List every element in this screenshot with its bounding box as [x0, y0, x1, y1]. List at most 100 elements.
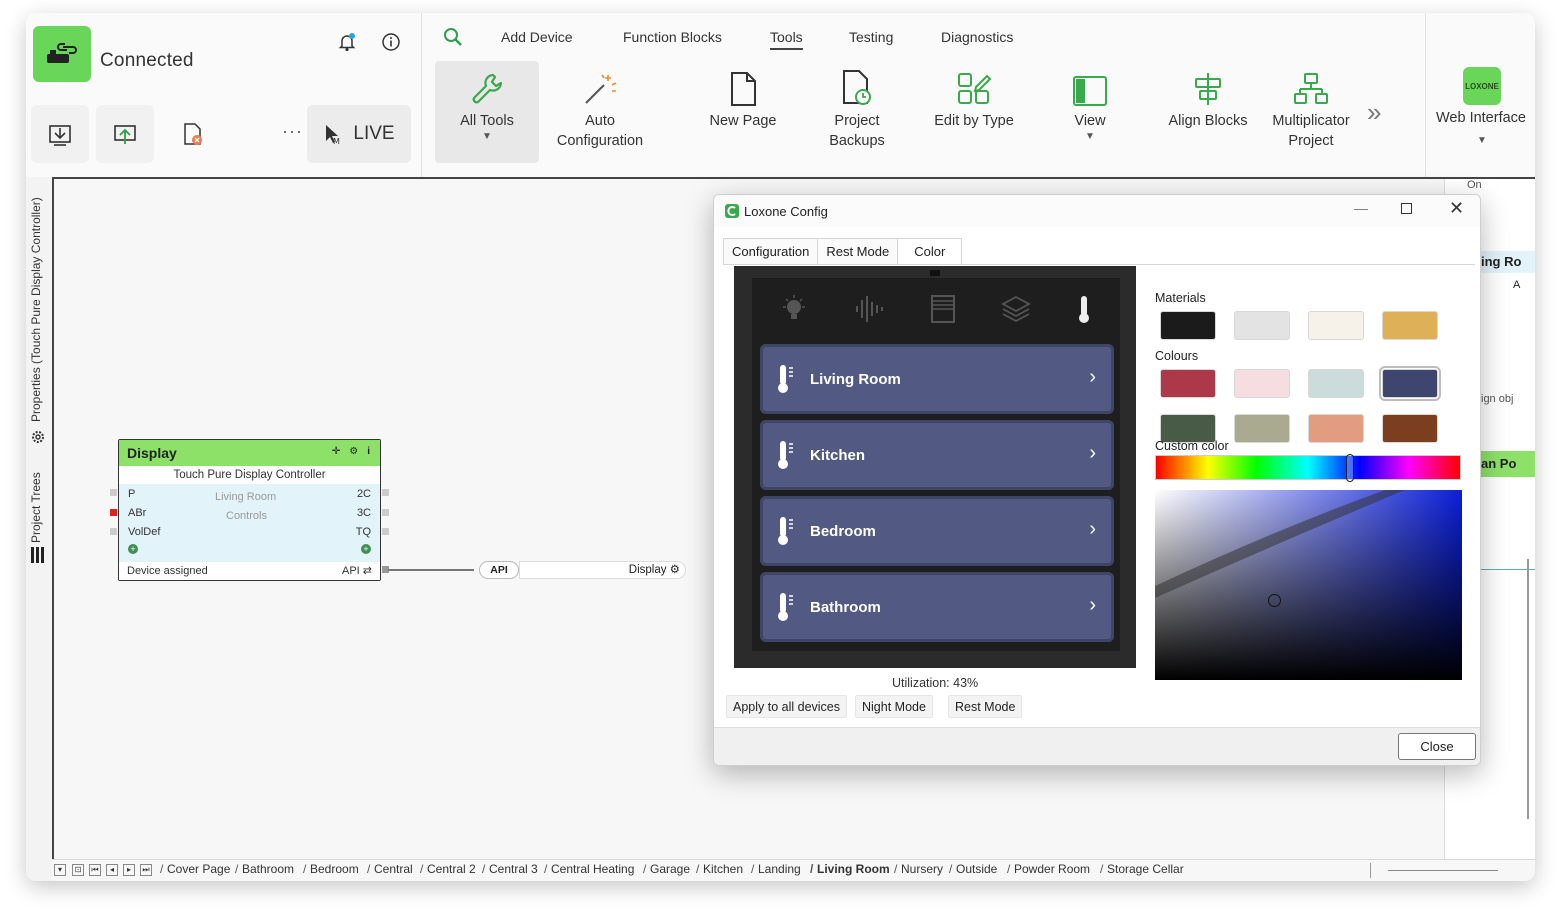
output-port-tq[interactable]	[382, 528, 389, 535]
minimize-button[interactable]: —	[1354, 200, 1368, 216]
view-button[interactable]: View ▼	[1035, 61, 1145, 163]
tab-function-blocks[interactable]: Function Blocks	[623, 29, 722, 45]
tree-list-icon[interactable]	[30, 546, 46, 569]
material-swatch-1[interactable]	[1160, 311, 1216, 340]
api-connection-wire[interactable]	[388, 569, 474, 571]
tab-add-device[interactable]: Add Device	[501, 29, 573, 45]
colour-swatch-1[interactable]	[1160, 369, 1216, 398]
page-tab-central-2[interactable]: Central 2	[420, 862, 476, 876]
input-port-voldef[interactable]	[110, 528, 117, 535]
page-tab-outside[interactable]: Outside	[949, 862, 997, 876]
thermometer-icon	[1076, 294, 1092, 329]
move-icon[interactable]: ✛	[332, 446, 340, 457]
thermometer-icon	[778, 593, 793, 621]
tab-tools[interactable]: Tools	[770, 29, 803, 50]
display-function-block[interactable]: Display ✛ ⚙ i Touch Pure Display Control…	[118, 439, 381, 581]
page-tab-central-heating[interactable]: Central Heating	[544, 862, 634, 876]
last-page-button[interactable]: ⏭	[140, 864, 152, 876]
input-port-p[interactable]	[110, 489, 117, 496]
close-project-button[interactable]	[163, 105, 221, 163]
tab-testing[interactable]: Testing	[849, 29, 893, 45]
page-overview-button[interactable]: ⊡	[72, 864, 84, 876]
tab-rest-mode[interactable]: Rest Mode	[817, 238, 899, 264]
saturation-value-picker[interactable]	[1155, 490, 1462, 680]
tab-color[interactable]: Color	[897, 238, 963, 264]
info-icon[interactable]	[380, 31, 402, 53]
colour-swatch-4-selected[interactable]	[1379, 366, 1441, 401]
project-trees-tab[interactable]: Project Trees	[29, 472, 43, 543]
colour-swatch-8[interactable]	[1382, 414, 1438, 443]
close-icon[interactable]: ✕	[1449, 198, 1464, 219]
add-output-icon[interactable]: +	[361, 544, 371, 554]
magic-wand-icon	[582, 61, 618, 107]
color-picker-handle[interactable]	[1268, 594, 1281, 607]
all-tools-button[interactable]: All Tools ▼	[435, 61, 539, 163]
material-swatch-3[interactable]	[1308, 311, 1364, 340]
scrollbar[interactable]	[1527, 559, 1529, 819]
load-from-miniserver-button[interactable]	[31, 105, 89, 163]
tab-configuration[interactable]: Configuration	[723, 238, 819, 264]
auto-configuration-button[interactable]: Auto Configuration	[549, 61, 651, 163]
material-swatch-2[interactable]	[1234, 311, 1290, 340]
block-footer: Device assigned API ⇄	[119, 562, 380, 580]
input-port-abr[interactable]	[110, 509, 117, 516]
colour-swatch-6[interactable]	[1234, 414, 1290, 443]
page-tab-storage-cellar[interactable]: Storage Cellar	[1100, 862, 1184, 876]
room-card-living-room[interactable]: Living Room ›	[760, 344, 1114, 414]
gear-icon[interactable]	[30, 429, 46, 450]
maximize-button[interactable]	[1401, 203, 1412, 214]
prev-page-button[interactable]: ◂	[106, 864, 118, 876]
colour-swatch-2[interactable]	[1234, 369, 1290, 398]
edit-by-type-button[interactable]: Edit by Type	[899, 61, 1049, 163]
page-tab-garage[interactable]: Garage	[643, 862, 690, 876]
multiplicator-project-button[interactable]: Multiplicator Project	[1255, 61, 1367, 163]
apply-to-all-devices-button[interactable]: Apply to all devices	[726, 695, 848, 718]
tab-diagnostics[interactable]: Diagnostics	[941, 29, 1013, 45]
first-page-button[interactable]: ⏮	[89, 864, 101, 876]
material-swatch-4[interactable]	[1382, 311, 1438, 340]
more-options-button[interactable]: ···	[282, 121, 303, 142]
miniserver-connected-icon[interactable]	[33, 26, 91, 82]
page-tab-powder-room[interactable]: Powder Room	[1007, 862, 1090, 876]
settings-icon[interactable]: ⚙	[349, 446, 358, 457]
room-card-bathroom[interactable]: Bathroom ›	[760, 572, 1114, 642]
page-dropdown-button[interactable]: ▾	[54, 864, 66, 876]
room-card-bedroom[interactable]: Bedroom ›	[760, 496, 1114, 566]
horizontal-scrollbar[interactable]	[1388, 870, 1498, 871]
add-input-icon[interactable]: +	[128, 544, 138, 554]
page-tab-kitchen[interactable]: Kitchen	[696, 862, 743, 876]
output-port-3c[interactable]	[382, 509, 389, 516]
double-chevron-right-icon[interactable]: »	[1367, 97, 1381, 128]
properties-panel-tab[interactable]: Properties (Touch Pure Display Controlle…	[29, 197, 43, 422]
search-icon[interactable]	[443, 27, 463, 52]
web-interface-button[interactable]: LOXONE Web Interface ▼	[1425, 13, 1535, 177]
hue-slider-handle[interactable]	[1346, 454, 1354, 482]
thermometer-icon	[778, 365, 793, 393]
api-target-display[interactable]: Display ⚙	[519, 561, 686, 579]
page-tab-landing[interactable]: Landing	[751, 862, 801, 876]
page-tab-bathroom[interactable]: Bathroom	[235, 862, 294, 876]
page-tab-central[interactable]: Central	[367, 862, 413, 876]
new-page-button[interactable]: New Page	[669, 61, 817, 163]
notification-bell-icon[interactable]	[336, 31, 358, 53]
output-port-2c[interactable]	[382, 489, 389, 496]
page-tab-living-room[interactable]: Living Room	[810, 862, 890, 876]
save-to-miniserver-button[interactable]	[96, 105, 154, 163]
thermometer-icon	[778, 441, 793, 469]
next-page-button[interactable]: ▸	[123, 864, 135, 876]
page-tab-nursery[interactable]: Nursery	[894, 862, 943, 876]
live-view-button[interactable]: M LIVE	[307, 105, 411, 163]
room-card-kitchen[interactable]: Kitchen ›	[760, 420, 1114, 490]
info-icon[interactable]: i	[367, 446, 370, 457]
colour-swatch-7[interactable]	[1308, 414, 1364, 443]
api-connector[interactable]: API	[479, 561, 519, 579]
page-tab-cover-page[interactable]: Cover Page	[160, 862, 230, 876]
rest-mode-button[interactable]: Rest Mode	[948, 695, 1023, 718]
page-tab-bedroom[interactable]: Bedroom	[303, 862, 359, 876]
page-tab-central-3[interactable]: Central 3	[482, 862, 538, 876]
hue-slider[interactable]	[1155, 454, 1461, 482]
colour-swatch-3[interactable]	[1308, 369, 1364, 398]
close-button[interactable]: Close	[1398, 733, 1476, 760]
night-mode-button[interactable]: Night Mode	[855, 695, 933, 718]
dialog-tabs: Configuration Rest Mode Color	[723, 238, 963, 264]
